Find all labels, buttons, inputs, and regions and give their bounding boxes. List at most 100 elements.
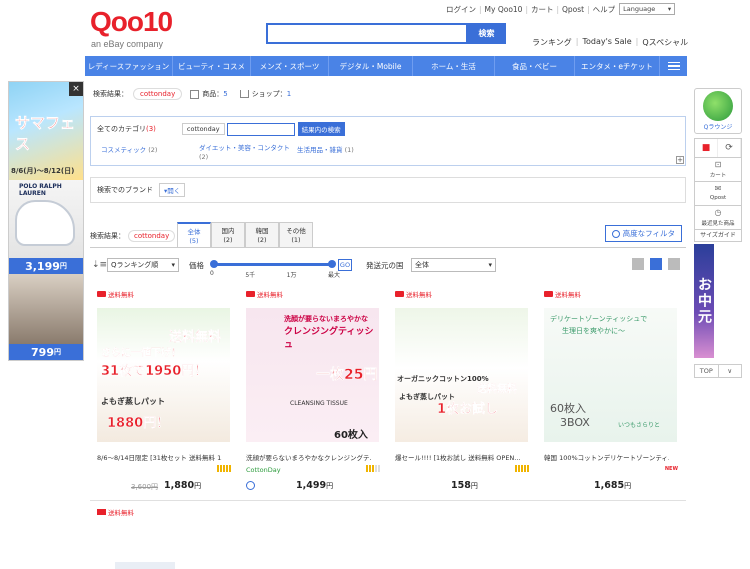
products-label: 商品： (202, 90, 224, 98)
brand-open-button[interactable]: ▾開く (159, 183, 186, 197)
expand-icon[interactable]: + (676, 156, 684, 164)
nav-home[interactable]: ホーム・生活 (413, 56, 495, 76)
qpost-link[interactable]: Qpost (562, 5, 584, 14)
nav-food-baby[interactable]: 食品・ベビー (495, 56, 575, 76)
ship-country-label: 発送元の国 (366, 261, 404, 270)
coupon-icon[interactable]: ■ (695, 139, 718, 157)
product-image[interactable] (115, 562, 175, 569)
nav-entertainment[interactable]: エンタメ・eチケット (575, 56, 660, 76)
nav-beauty[interactable]: ビューティ・コスメ (173, 56, 251, 76)
help-link[interactable]: ヘルプ (593, 4, 616, 15)
chevron-down-icon: ▾ (488, 261, 492, 269)
list-view-icon[interactable] (632, 258, 644, 270)
chevron-down-icon: ▾ (171, 261, 175, 269)
nav-mens-sports[interactable]: メンズ・スポーツ (251, 56, 329, 76)
tab-korea[interactable]: 韓国 (2) (245, 222, 279, 248)
hamburger-menu-icon[interactable] (660, 56, 687, 76)
advanced-filter-button[interactable]: 高度なフィルタ (604, 225, 682, 242)
tabs-keyword: cottonday (128, 230, 176, 242)
qspecial-link[interactable]: Qスペシャル (642, 37, 688, 48)
gallery-view-icon[interactable] (668, 258, 680, 270)
result-summary: 検索結果： cottonday 商品： 5 ショップ： 1 (93, 88, 291, 100)
product-name[interactable]: 8/6〜8/14日限定 [31枚セット 送料無料 1... (97, 452, 222, 462)
brand-filter: 検索でのブランド ▾開く (90, 177, 686, 203)
product-card[interactable]: 送料無料 送料無料 さらに一値下げ！ 31枚で1950円！ よもぎ蒸しパット 1… (90, 286, 239, 500)
recent-items-button[interactable]: ◷ 最近見た商品 (694, 206, 742, 230)
qoo10-logo[interactable]: Qoo10 (90, 8, 173, 36)
shops-count[interactable]: 1 (287, 90, 291, 98)
search-button[interactable]: 検索 (467, 23, 506, 44)
sort-select[interactable]: Qランキング順 ▾ (107, 258, 179, 272)
products-count[interactable]: 5 (223, 90, 227, 98)
product-card[interactable]: 送料無料 オーガニックコットン100% 送料無料 1枚お試し よもぎ蒸しパット … (388, 286, 537, 500)
qlounge-button[interactable]: Qラウンジ (694, 88, 742, 134)
clock-icon: ◷ (714, 208, 722, 217)
go-button[interactable]: GO (338, 259, 352, 271)
login-link[interactable]: ログイン (446, 4, 476, 15)
ship-country-select[interactable]: 全体 ▾ (411, 258, 496, 272)
seller-name[interactable]: CottonDay (246, 466, 281, 474)
shop-icon (239, 90, 249, 98)
all-categories-link[interactable]: 全てのカテゴリ (97, 124, 146, 134)
product-name[interactable]: 韓国 100%コットンデリケートゾーンティ... (544, 452, 669, 462)
search-input[interactable] (266, 23, 468, 44)
tab-all[interactable]: 全体 (5) (177, 222, 211, 248)
separator: | (479, 4, 482, 14)
divider (90, 500, 686, 501)
separator: | (587, 4, 590, 14)
product-image[interactable]: デリケートゾーンティッシュで 生理日を爽やかに〜 60枚入 3BOX いつもさら… (544, 308, 677, 442)
qpost-button[interactable]: ✉ Qpost (694, 182, 742, 206)
left-ad[interactable]: × サマフェス 8/6(月)〜8/12(日) POLO RALPH LAUREN… (8, 81, 84, 361)
top-button[interactable]: TOP (695, 365, 718, 377)
all-categories-count: (3) (146, 125, 156, 133)
new-badge: NEW (664, 466, 678, 472)
refresh-icon[interactable]: ⟳ (718, 139, 741, 157)
tab-other[interactable]: その他 (1) (279, 222, 313, 248)
product-image[interactable]: 送料無料 さらに一値下げ！ 31枚で1950円！ よもぎ蒸しパット 1880円！ (97, 308, 230, 442)
ad-product-image[interactable] (9, 274, 83, 344)
category-diet-beauty[interactable]: ダイエット・美容・コンタクト (2) (199, 144, 297, 162)
product-card[interactable]: 送料無料 洗顔が要らないまろやかな クレンジングティッシュ 一枚25円 CLEA… (239, 286, 388, 500)
free-shipping-tag: 送料無料 (246, 289, 283, 299)
tab-domestic[interactable]: 国内 (2) (211, 222, 245, 248)
nav-digital[interactable]: デジタル・Mobile (329, 56, 413, 76)
summer-fes-banner[interactable]: × サマフェス 8/6(月)〜8/12(日) (9, 82, 83, 180)
refine-search-button[interactable]: 結果内の検索 (297, 122, 345, 136)
cart-link[interactable]: カート (531, 4, 554, 15)
grid-view-icon[interactable] (650, 258, 662, 270)
top-controls: TOP ∨ (694, 364, 742, 378)
language-select[interactable]: Language ▾ (619, 3, 676, 15)
ad-product-image[interactable]: POLO RALPH LAUREN (9, 180, 83, 258)
myqoo10-link[interactable]: My Qoo10 (485, 5, 523, 14)
product-image[interactable]: オーガニックコットン100% 送料無料 1枚お試し よもぎ蒸しパット (395, 308, 528, 442)
product-image[interactable]: 洗顔が要らないまろやかな クレンジングティッシュ 一枚25円 CLEANSING… (246, 308, 379, 442)
size-guide-button[interactable]: サイズガイド (694, 230, 742, 242)
slider-max-handle[interactable] (328, 260, 336, 268)
todays-sale-link[interactable]: Today's Sale (582, 37, 631, 48)
category-daily-goods[interactable]: 生活用品・雑貨 (1) (297, 144, 354, 162)
keyword-pill[interactable]: cottonday (133, 88, 183, 100)
close-icon[interactable]: × (69, 82, 83, 96)
ad-price[interactable]: 799 円 (9, 344, 83, 360)
nav-ladies-fashion[interactable]: レディースファッション (85, 56, 173, 76)
alarm-icon (246, 481, 255, 490)
price-slider[interactable] (210, 260, 336, 268)
chevron-down-icon[interactable]: ∨ (717, 365, 742, 377)
separator: | (575, 37, 579, 46)
ranking-link[interactable]: ランキング (532, 37, 572, 48)
slider-min-handle[interactable] (210, 260, 218, 268)
product-card[interactable]: 送料無料 デリケートゾーンティッシュで 生理日を爽やかに〜 60枚入 3BOX … (537, 286, 686, 500)
language-label: Language (623, 5, 656, 13)
sort-icon: ⇣≡ (92, 260, 108, 270)
free-shipping-tag: 送料無料 (395, 289, 432, 299)
divider (90, 247, 686, 248)
ochugen-ad[interactable]: お中元 (694, 244, 714, 358)
product-name[interactable]: 爆セール!!!! [1枚お試し 送料無料 OPEN... (395, 452, 520, 462)
right-sidebar: Qラウンジ ■ ⟳ ⊡ カート ✉ Qpost ◷ 最近見た商品 サイズガイド お中元… (694, 88, 742, 378)
product-name[interactable]: 洗顔が要らないまろやかなクレンジングテ... (246, 452, 371, 462)
category-cosmetics[interactable]: コスメティック (2) (101, 144, 199, 162)
refine-search-input[interactable] (226, 122, 295, 136)
truck-icon (395, 291, 404, 297)
ad-price[interactable]: 3,199 円 (9, 258, 83, 274)
cart-button[interactable]: ⊡ カート (694, 158, 742, 182)
